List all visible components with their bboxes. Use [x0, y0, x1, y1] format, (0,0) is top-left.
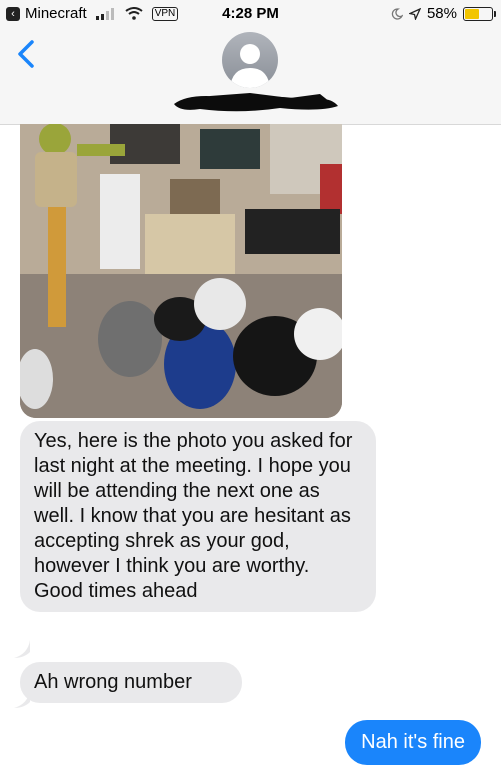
photo-message[interactable] [20, 124, 342, 418]
person-silhouette-icon [230, 44, 270, 88]
received-message[interactable]: Yes, here is the photo you asked for las… [20, 421, 376, 612]
status-bar: ‹ Minecraft VPN 4:28 PM 58% [0, 0, 501, 28]
location-arrow-icon [408, 7, 421, 20]
conversation-header [0, 28, 501, 125]
battery-fill [465, 8, 479, 19]
do-not-disturb-moon-icon [391, 7, 403, 20]
status-right: 58% [391, 5, 496, 22]
shrek-worship-photo [20, 124, 342, 418]
sent-message[interactable]: Nah it's fine [345, 720, 481, 765]
bubble-tail [14, 690, 30, 708]
contact-avatar[interactable] [222, 32, 278, 88]
battery-percent: 58% [426, 5, 457, 22]
chevron-left-icon[interactable] [12, 36, 42, 72]
received-message[interactable]: Ah wrong number [20, 662, 242, 703]
redacted-contact-name [174, 93, 338, 112]
bubble-tail [14, 640, 30, 658]
battery-icon [463, 6, 496, 21]
